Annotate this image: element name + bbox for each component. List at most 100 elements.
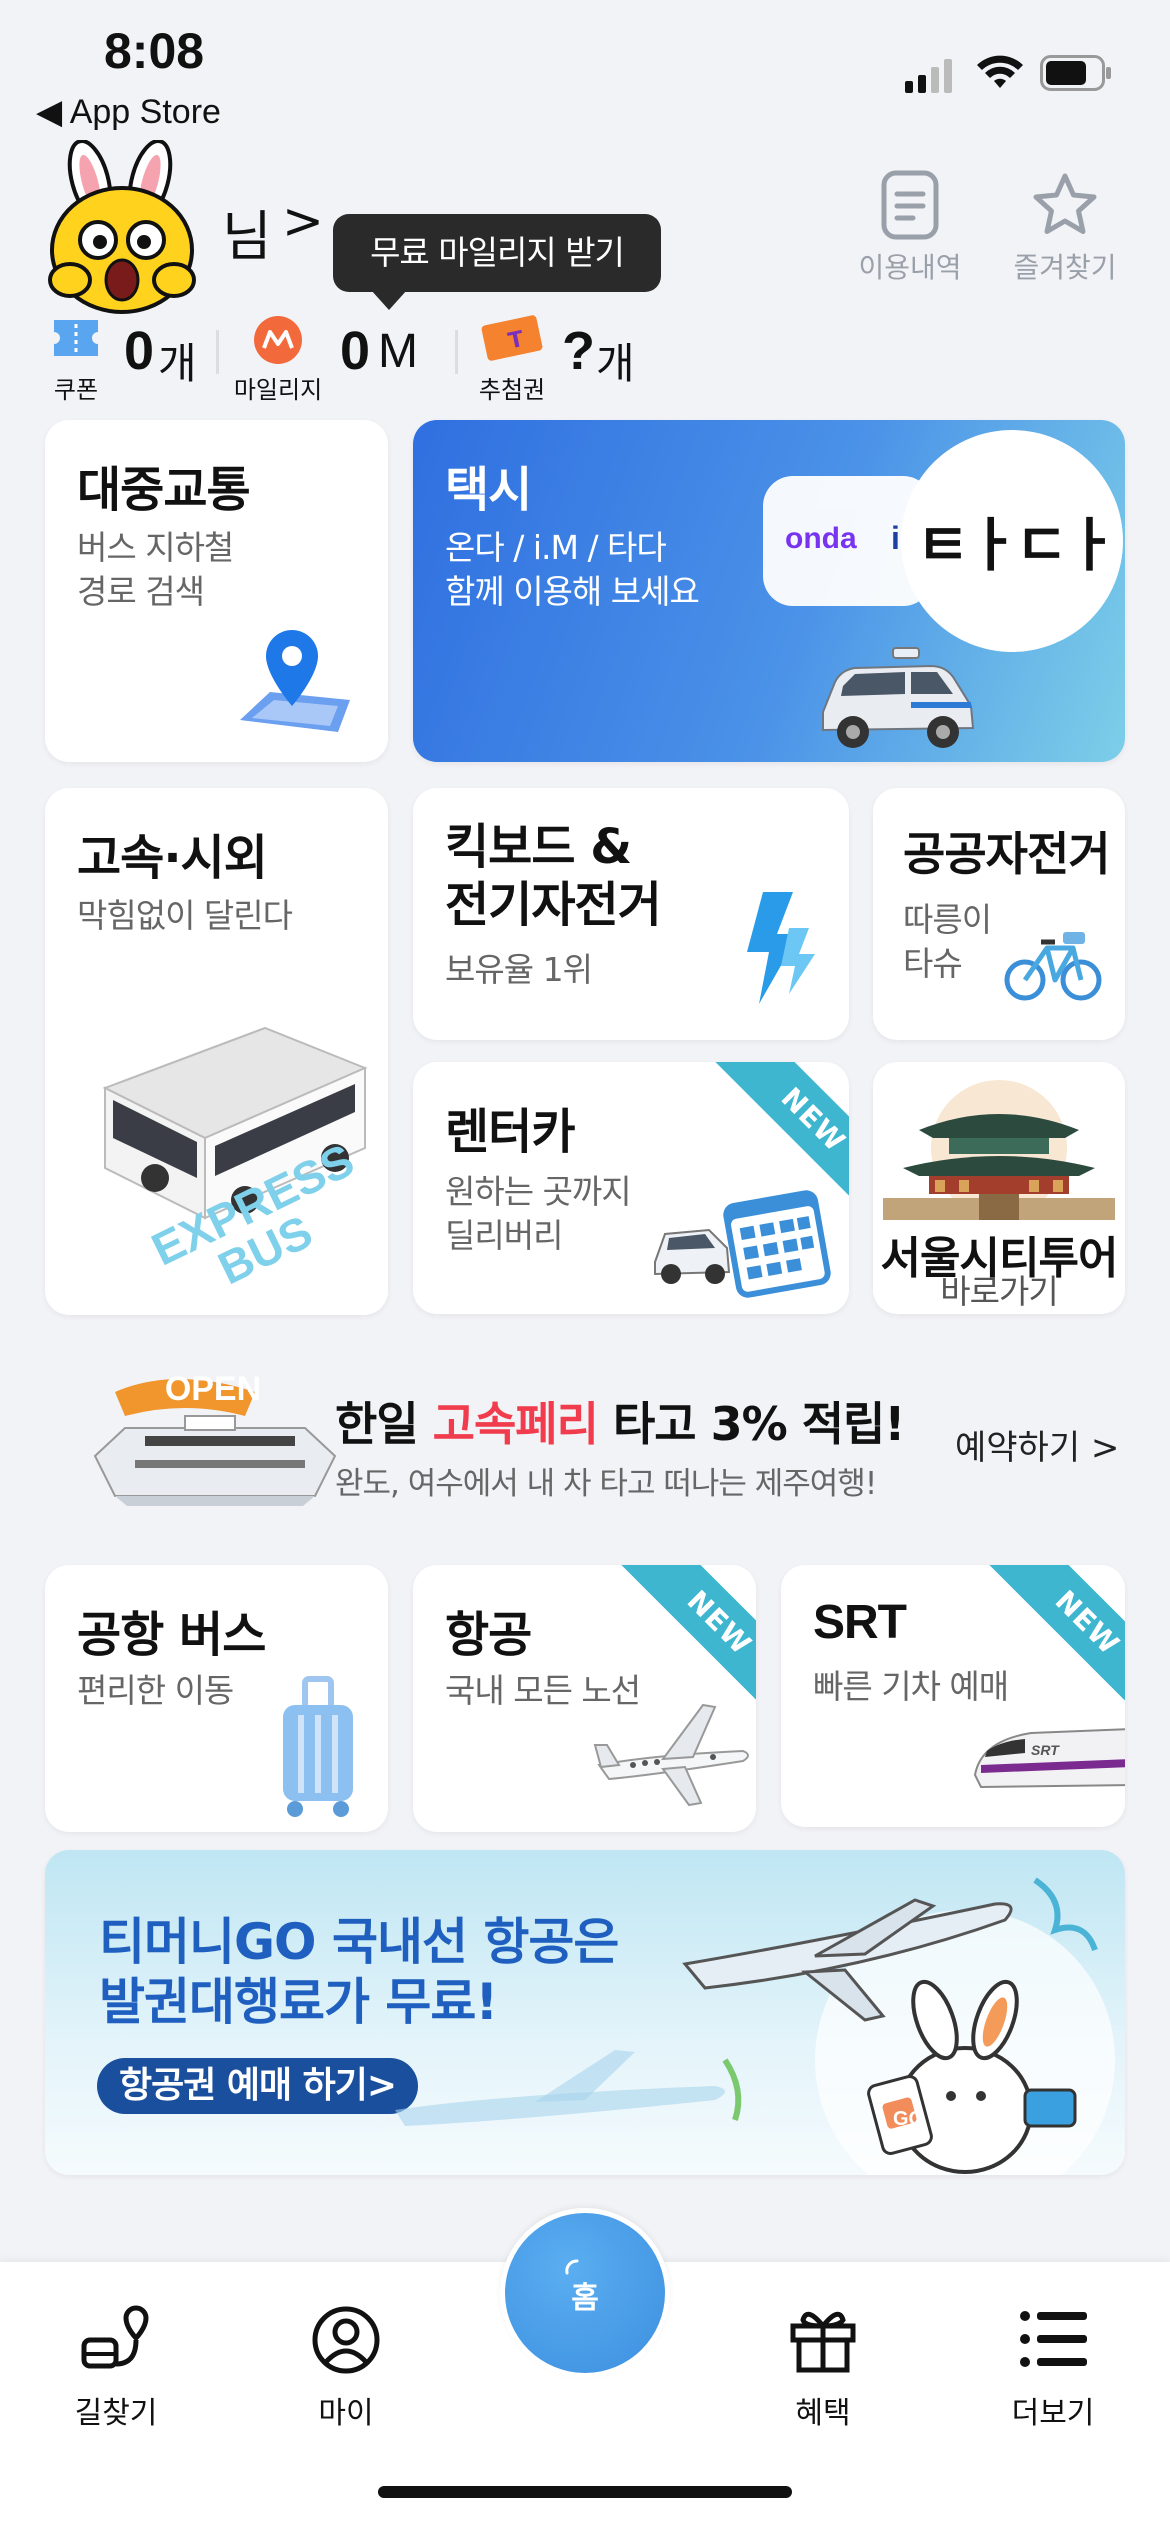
srt-subtitle: 빠른 기차 예매 <box>813 1667 1009 1706</box>
nav-route[interactable]: 길찾기 <box>36 2282 196 2431</box>
rentcar-subtitle: 원하는 곳까지 딜리버리 <box>445 1172 632 1255</box>
transit-title: 대중교통 <box>77 462 251 518</box>
express-bus-card[interactable]: 고속·시외 막힘없이 달린다 EXPRESS BUS <box>45 788 388 1315</box>
promo-line2: 발권대행료가 무료! <box>99 1973 498 2031</box>
srt-card[interactable]: SRT 빠른 기차 예매 NEW SRT <box>781 1565 1125 1827</box>
lottery-value: ? <box>562 321 595 381</box>
user-circle-icon <box>312 2306 380 2374</box>
air-card[interactable]: 항공 국내 모든 노선 NEW <box>413 1565 756 1832</box>
signal-icon <box>905 59 952 93</box>
coupon-value: 0 <box>124 321 155 381</box>
favorites-label: 즐겨찾기 <box>1013 251 1117 284</box>
lottery-label: 추첨권 <box>478 376 546 404</box>
nav-more[interactable]: 더보기 <box>973 2282 1133 2431</box>
battery-icon <box>1040 55 1111 91</box>
taxi-title: 택시 <box>445 462 532 518</box>
mileage-icon <box>254 316 302 364</box>
coupon-unit: 개 <box>158 339 197 388</box>
express-subtitle: 막힘없이 달린다 <box>77 896 293 935</box>
rentcar-card[interactable]: 렌터카 원하는 곳까지 딜리버리 NEW <box>413 1062 849 1314</box>
tada-logo: ㅌㅏㄷㅏ <box>916 511 1117 579</box>
history-button[interactable]: 이용내역 <box>850 170 970 290</box>
lottery-unit: 개 <box>596 339 635 388</box>
home-label: 홈 <box>571 2281 599 2316</box>
express-title: 고속·시외 <box>77 830 268 886</box>
coupon-icon <box>54 320 98 356</box>
kickboard-card[interactable]: 킥보드 & 전기자전거 보유율 1위 <box>413 788 849 1040</box>
home-indicator <box>378 2486 792 2498</box>
mascot-avatar <box>48 140 196 314</box>
air-title: 항공 <box>445 1607 532 1663</box>
open-badge: OPEN <box>164 1370 262 1408</box>
suitcase-icon <box>283 1676 353 1817</box>
train-icon: SRT <box>973 1728 1125 1789</box>
nav-my[interactable]: 마이 <box>266 2282 426 2431</box>
ferry-headline-post: 타고 3% 적립! <box>597 1397 905 1451</box>
rentcar-title: 렌터카 <box>445 1104 575 1160</box>
lightning-icon <box>747 892 815 1004</box>
nav-more-label: 더보기 <box>1011 2396 1095 2431</box>
profile-header[interactable]: 님 > <box>40 140 324 320</box>
kickboard-title: 킥보드 & 전기자전거 <box>445 819 662 933</box>
lottery-stat[interactable]: T 추첨권 ? 개 <box>470 312 650 404</box>
tooltip-text: 무료 마일리지 받기 <box>370 233 625 272</box>
route-icon <box>81 2305 149 2369</box>
city-tour-card[interactable]: 서울시티투어 바로가기 <box>873 1062 1125 1314</box>
nav-my-label: 마이 <box>318 2396 374 2431</box>
ferry-headline-pre: 한일 <box>335 1397 433 1451</box>
onda-logo: onda <box>785 522 857 555</box>
airport-bus-card[interactable]: 공항 버스 편리한 이동 <box>45 1565 388 1832</box>
bike-title: 공공자전거 <box>903 827 1111 881</box>
profile-chevron: > <box>282 192 324 250</box>
nav-benefit-label: 혜택 <box>795 2396 851 2431</box>
car-calendar-icon <box>654 1190 831 1298</box>
srt-title: SRT <box>813 1596 907 1649</box>
home-button[interactable]: 홈 <box>505 2213 665 2373</box>
bike-subtitle: 따릉이 타슈 <box>903 900 992 983</box>
im-logo: i <box>891 520 900 556</box>
ferry-subline: 완도, 여수에서 내 차 타고 떠나는 제주여행! <box>335 1466 877 1502</box>
stat-divider-2 <box>455 330 458 374</box>
greeting-suffix: 님 <box>222 205 272 268</box>
wifi-icon <box>977 55 1023 88</box>
ferry-reserve-link[interactable]: 예약하기 > <box>955 1420 1119 1469</box>
gift-icon <box>790 2311 856 2373</box>
transit-card[interactable]: 대중교통 버스 지하철 경로 검색 <box>45 420 388 762</box>
menu-list-icon <box>1020 2311 1087 2367</box>
bicycle-icon <box>1004 932 1102 1001</box>
ticket-icon: T <box>481 315 543 361</box>
mileage-tooltip[interactable]: 무료 마일리지 받기 <box>333 214 661 310</box>
transit-subtitle: 버스 지하철 경로 검색 <box>77 528 234 611</box>
promo-cta-button[interactable]: 항공권 예매 하기> <box>97 2058 419 2114</box>
history-label: 이용내역 <box>858 251 962 284</box>
airline-promo-banner[interactable]: 티머니GO 국내선 항공은 발권대행료가 무료! 항공권 예매 하기> GO <box>45 1850 1125 2175</box>
mileage-unit: M <box>378 325 418 378</box>
star-icon <box>1033 173 1097 234</box>
map-pin-icon <box>240 630 350 732</box>
taxi-card[interactable]: 택시 온다 / i.M / 타다 함께 이용해 보세요 onda i ㅌㅏㄷㅏ <box>413 420 1125 762</box>
nav-route-label: 길찾기 <box>74 2396 158 2431</box>
coupon-stat[interactable]: 쿠폰 0 개 <box>40 312 210 404</box>
ferry-banner[interactable]: OPEN 한일 고속페리 타고 3% 적립! 완도, 여수에서 내 차 타고 떠… <box>45 1350 1125 1530</box>
promo-go-badge: GO <box>893 2108 925 2130</box>
palace-icon <box>883 1080 1115 1220</box>
taxi-subtitle: 온다 / i.M / 타다 함께 이용해 보세요 <box>445 528 700 611</box>
favorites-button[interactable]: 즐겨찾기 <box>1005 170 1125 290</box>
airport-bus-title: 공항 버스 <box>77 1607 266 1663</box>
airplane-icon <box>593 1703 749 1807</box>
kickboard-subtitle: 보유율 1위 <box>445 950 593 989</box>
mileage-stat[interactable]: 마일리지 0 M <box>228 312 438 404</box>
airport-bus-subtitle: 편리한 이동 <box>77 1671 234 1710</box>
back-to-app-store[interactable]: ◀ App Store <box>36 92 221 132</box>
status-time: 8:08 <box>104 23 205 79</box>
receipt-icon <box>881 170 939 240</box>
ferry-headline-highlight: 고속페리 <box>432 1397 599 1451</box>
mileage-value: 0 <box>340 321 371 381</box>
nav-benefit[interactable]: 혜택 <box>743 2282 903 2431</box>
taxi-car-icon <box>822 647 975 748</box>
public-bike-card[interactable]: 공공자전거 따릉이 타슈 <box>873 788 1125 1040</box>
tada-bubble: ㅌㅏㄷㅏ <box>901 430 1123 652</box>
mileage-label: 마일리지 <box>233 376 323 404</box>
coupon-label: 쿠폰 <box>53 376 99 404</box>
ferry-headline: 한일 고속페리 타고 3% 적립! <box>335 1388 905 1454</box>
